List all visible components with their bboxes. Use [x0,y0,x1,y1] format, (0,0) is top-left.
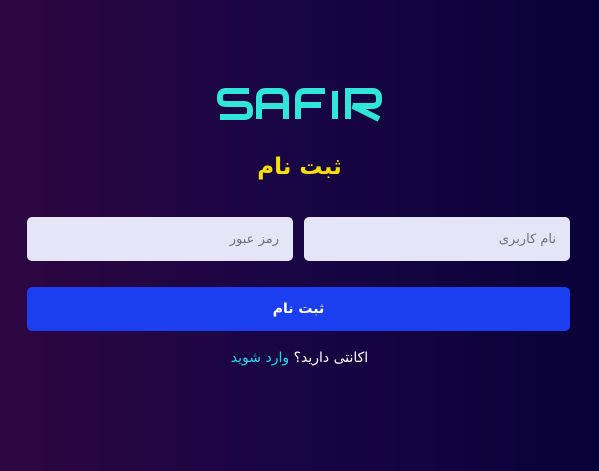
login-prompt-text: اکانتی دارید؟ [293,350,369,366]
safir-logo-mark [216,88,382,122]
safir-logo [0,86,599,136]
password-input[interactable] [27,217,293,261]
signup-button[interactable]: ثبت نام [27,287,570,331]
page-title: ثبت نام [257,154,342,180]
login-link[interactable]: وارد شوید [231,350,289,366]
signup-page: ثبت نام ثبت نام اکانتی دارید؟ وارد شوید [0,0,599,471]
login-prompt: اکانتی دارید؟ وارد شوید [0,347,599,369]
username-input[interactable] [304,217,570,261]
